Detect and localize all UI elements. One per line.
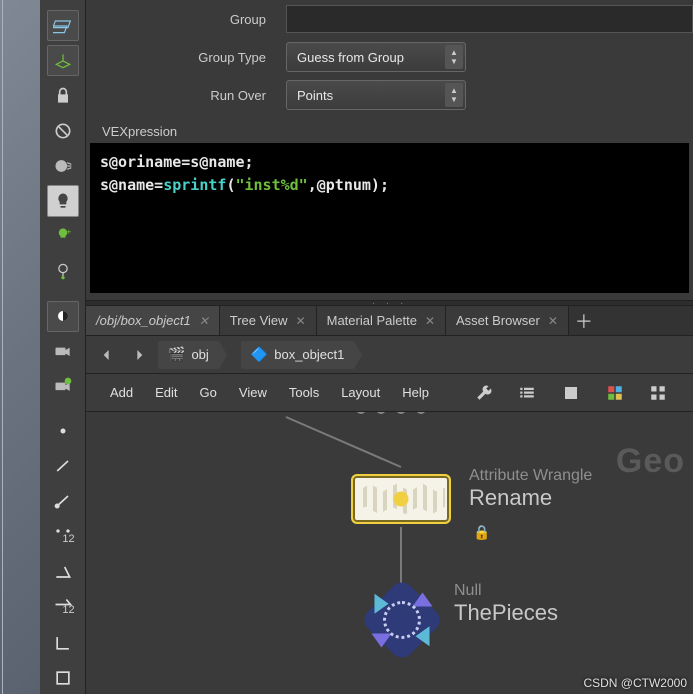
stepper-icon[interactable]: ▲▼: [445, 83, 463, 107]
point-number-icon[interactable]: 12: [47, 521, 79, 553]
lock-icon[interactable]: [47, 80, 79, 111]
group-input[interactable]: [286, 5, 693, 33]
menu-layout[interactable]: Layout: [341, 385, 380, 400]
nav-forward-button[interactable]: [126, 342, 152, 368]
add-tab-button[interactable]: ＋: [569, 306, 599, 335]
list-view-icon[interactable]: [517, 381, 539, 405]
code-function: sprintf: [163, 176, 226, 194]
edge-display-icon[interactable]: [47, 451, 79, 482]
null-icon-part: [413, 592, 433, 606]
camera-icon[interactable]: [47, 336, 79, 367]
node-label-rename: Attribute Wrangle Rename: [469, 467, 592, 511]
network-canvas[interactable]: Geo Attribute Wrangle Rename 🔒: [86, 412, 693, 694]
menu-edit[interactable]: Edit: [155, 385, 177, 400]
path-bar: 🎬 obj 🔷 box_object1: [86, 336, 693, 374]
run-over-select[interactable]: Points ▲▼: [286, 80, 466, 110]
tab-label: Material Palette: [327, 313, 417, 328]
svg-text:+: +: [66, 226, 71, 236]
wrangle-icon: [357, 480, 445, 518]
palette-icon[interactable]: [604, 381, 626, 405]
primitive-display-icon[interactable]: [47, 486, 79, 517]
headlight-icon[interactable]: [47, 150, 79, 181]
null-icon-part: [371, 634, 391, 648]
run-over-label: Run Over: [86, 88, 286, 103]
prim-number-label: 12: [62, 604, 74, 616]
menu-go[interactable]: Go: [200, 385, 217, 400]
nav-back-button[interactable]: [94, 342, 120, 368]
add-env-light-icon[interactable]: [47, 256, 79, 287]
menu-tools[interactable]: Tools: [289, 385, 319, 400]
group-label: Group: [86, 12, 286, 27]
point-display-icon[interactable]: [47, 416, 79, 447]
breadcrumb-obj[interactable]: 🎬 obj: [158, 341, 219, 369]
tab-material-palette[interactable]: Material Palette ✕: [317, 306, 446, 335]
tab-label: /obj/box_object1: [96, 313, 191, 328]
code-text: s@oriname=s@name;: [100, 153, 254, 171]
vertex-icon[interactable]: [47, 628, 79, 659]
run-over-value: Points: [297, 88, 333, 103]
parameter-panel: Group Group Type Guess from Group ▲▼ Run…: [86, 0, 693, 300]
input-port[interactable]: [356, 412, 366, 414]
input-port[interactable]: [416, 412, 426, 414]
node-input-ports: [356, 412, 426, 414]
add-light-icon[interactable]: +: [47, 221, 79, 252]
vex-code-editor[interactable]: s@oriname=s@name; s@name=sprintf("inst%d…: [90, 143, 689, 293]
more-display-icon[interactable]: [47, 663, 79, 694]
code-string: "inst%d": [235, 176, 307, 194]
node-name-text: Rename: [469, 485, 592, 511]
render-region-icon[interactable]: [47, 301, 79, 332]
node-wires: [86, 412, 693, 694]
tab-tree-view[interactable]: Tree View ✕: [220, 306, 317, 335]
tab-label: Asset Browser: [456, 313, 540, 328]
close-icon[interactable]: ✕: [199, 314, 209, 328]
null-icon-ring: [383, 601, 421, 639]
breadcrumb-label: box_object1: [274, 347, 344, 362]
tab-network-path[interactable]: /obj/box_object1 ✕: [86, 306, 220, 335]
group-type-value: Guess from Group: [297, 50, 404, 65]
sheet-icon[interactable]: [560, 381, 582, 405]
tab-asset-browser[interactable]: Asset Browser ✕: [446, 306, 569, 335]
breadcrumb-box-object[interactable]: 🔷 box_object1: [241, 341, 355, 369]
normals-icon[interactable]: [47, 557, 79, 588]
watermark: CSDN @CTW2000: [583, 676, 687, 690]
group-type-label: Group Type: [86, 50, 286, 65]
display-options-icon[interactable]: [47, 10, 79, 41]
close-icon[interactable]: ✕: [296, 314, 306, 328]
network-menubar: Add Edit Go View Tools Layout Help: [86, 374, 693, 412]
point-number-label: 12: [62, 533, 74, 545]
lock-small-icon: 🔒: [473, 524, 490, 541]
geo-icon: 🔷: [251, 346, 268, 363]
disable-icon[interactable]: [47, 115, 79, 146]
node-type-text: Null: [454, 582, 558, 600]
node-label-thepieces: Null ThePieces: [454, 582, 558, 626]
close-icon[interactable]: ✕: [548, 314, 558, 328]
grid-icon[interactable]: [647, 381, 669, 405]
code-text: ,@ptnum);: [308, 176, 389, 194]
breadcrumb-label: obj: [191, 347, 208, 362]
vexpression-label: VEXpression: [86, 114, 693, 143]
group-type-select[interactable]: Guess from Group ▲▼: [286, 42, 466, 72]
input-port[interactable]: [396, 412, 406, 414]
lighting-icon[interactable]: [47, 185, 79, 216]
tab-bar: /obj/box_object1 ✕ Tree View ✕ Material …: [86, 306, 693, 336]
reference-plane-icon[interactable]: [47, 45, 79, 76]
add-camera-icon[interactable]: [47, 371, 79, 402]
network-editor: /obj/box_object1 ✕ Tree View ✕ Material …: [86, 306, 693, 694]
menu-view[interactable]: View: [239, 385, 267, 400]
left-toolbar: + 12 12: [40, 0, 86, 694]
input-port[interactable]: [376, 412, 386, 414]
close-icon[interactable]: ✕: [425, 314, 435, 328]
viewport-background: [0, 0, 40, 694]
wrench-icon[interactable]: [473, 381, 495, 405]
node-attribute-wrangle[interactable]: [351, 474, 451, 524]
code-text: s@name=: [100, 176, 163, 194]
prim-number-icon[interactable]: 12: [47, 592, 79, 624]
menu-add[interactable]: Add: [110, 385, 133, 400]
obj-icon: 🎬: [168, 346, 185, 363]
stepper-icon[interactable]: ▲▼: [445, 45, 463, 69]
tab-label: Tree View: [230, 313, 288, 328]
node-name-text: ThePieces: [454, 600, 558, 626]
menu-help[interactable]: Help: [402, 385, 429, 400]
node-type-text: Attribute Wrangle: [469, 467, 592, 485]
